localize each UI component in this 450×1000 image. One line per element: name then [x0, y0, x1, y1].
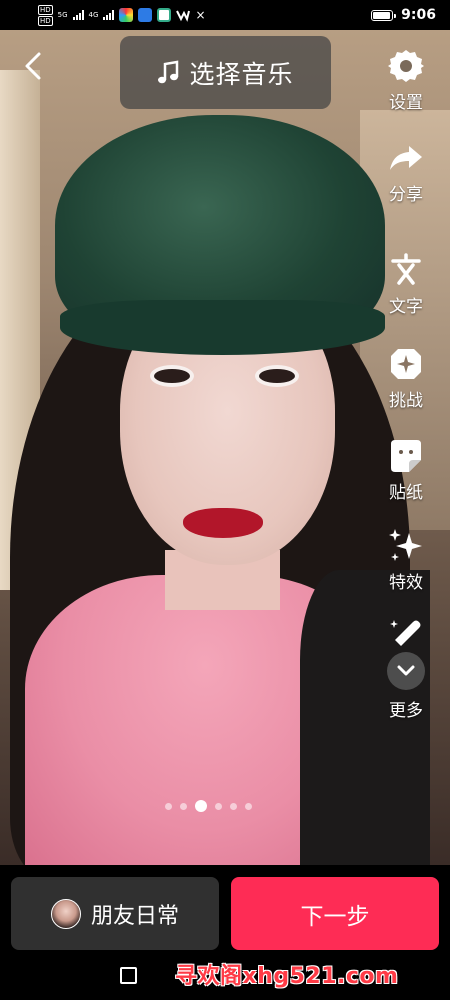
- settings-icon: [386, 46, 426, 86]
- chevron-down-icon: [387, 652, 425, 690]
- clock: 9:06: [401, 7, 436, 23]
- tool-challenge[interactable]: 挑战: [378, 344, 434, 411]
- avatar: [50, 898, 81, 929]
- close-notification-icon: ×: [195, 8, 206, 22]
- carousel-dots[interactable]: [165, 800, 252, 812]
- next-step-label: 下一步: [300, 903, 370, 930]
- tool-more[interactable]: 更多: [378, 616, 434, 721]
- select-music-label: 选择音乐: [189, 59, 294, 89]
- tool-challenge-label: 挑战: [389, 391, 423, 411]
- status-bar: HD HD 5G 4G × 9:06: [0, 0, 450, 30]
- battery-icon: [371, 9, 397, 21]
- carousel-dot-active[interactable]: [195, 800, 207, 812]
- subject-eye-left: [150, 365, 194, 387]
- carousel-dot[interactable]: [245, 802, 252, 810]
- challenge-icon: [386, 344, 426, 384]
- navigation-bar: 寻欢阁xhg521.com: [0, 955, 450, 1000]
- hd-indicator: HD HD: [38, 4, 53, 26]
- text-icon: [386, 250, 426, 290]
- app-notification-icon: [176, 8, 191, 22]
- carousel-dot[interactable]: [180, 802, 187, 810]
- sticker-icon: [386, 436, 426, 476]
- recents-button[interactable]: [120, 967, 137, 984]
- tool-effects[interactable]: 特效: [378, 526, 434, 593]
- app-notification-icon: [119, 8, 134, 22]
- tool-effects-label: 特效: [389, 573, 423, 593]
- subject-hat-brim: [60, 300, 385, 355]
- effects-icon: [386, 526, 426, 566]
- watermark: 寻欢阁xhg521.com: [175, 964, 399, 989]
- tool-sticker-label: 贴纸: [389, 483, 423, 503]
- share-icon: [386, 138, 426, 178]
- bottom-action-bar: 朋友日常 下一步: [0, 865, 450, 955]
- app-notification-icon: [138, 8, 153, 22]
- carousel-dot[interactable]: [215, 802, 222, 810]
- tool-text-label: 文字: [389, 297, 423, 317]
- app-notification-icon: [157, 8, 172, 22]
- tool-settings-label: 设置: [389, 93, 423, 113]
- carousel-dot[interactable]: [230, 802, 237, 810]
- friends-daily-button[interactable]: 朋友日常: [11, 877, 219, 950]
- signal-icon-2: [103, 10, 115, 20]
- signal-icon: [72, 10, 84, 20]
- tool-sticker[interactable]: 贴纸: [378, 436, 434, 503]
- tool-more-label: 更多: [389, 701, 423, 721]
- back-button[interactable]: [18, 48, 48, 84]
- select-music-button[interactable]: 选择音乐: [120, 36, 331, 109]
- back-arrow-icon: [25, 52, 41, 80]
- tool-share[interactable]: 分享: [378, 138, 434, 205]
- music-note-icon: [158, 60, 179, 83]
- beauty-icon: [386, 616, 426, 650]
- carousel-dot[interactable]: [165, 802, 172, 810]
- subject-eye-right: [255, 365, 299, 387]
- network-type: 5G: [57, 11, 68, 19]
- tool-settings[interactable]: 设置: [378, 46, 434, 113]
- subject-lips: [183, 508, 263, 538]
- friends-daily-label: 朋友日常: [90, 903, 179, 929]
- tool-text[interactable]: 文字: [378, 250, 434, 317]
- next-step-button[interactable]: 下一步: [231, 877, 439, 950]
- tool-share-label: 分享: [389, 185, 423, 205]
- network-type-2: 4G: [88, 11, 99, 19]
